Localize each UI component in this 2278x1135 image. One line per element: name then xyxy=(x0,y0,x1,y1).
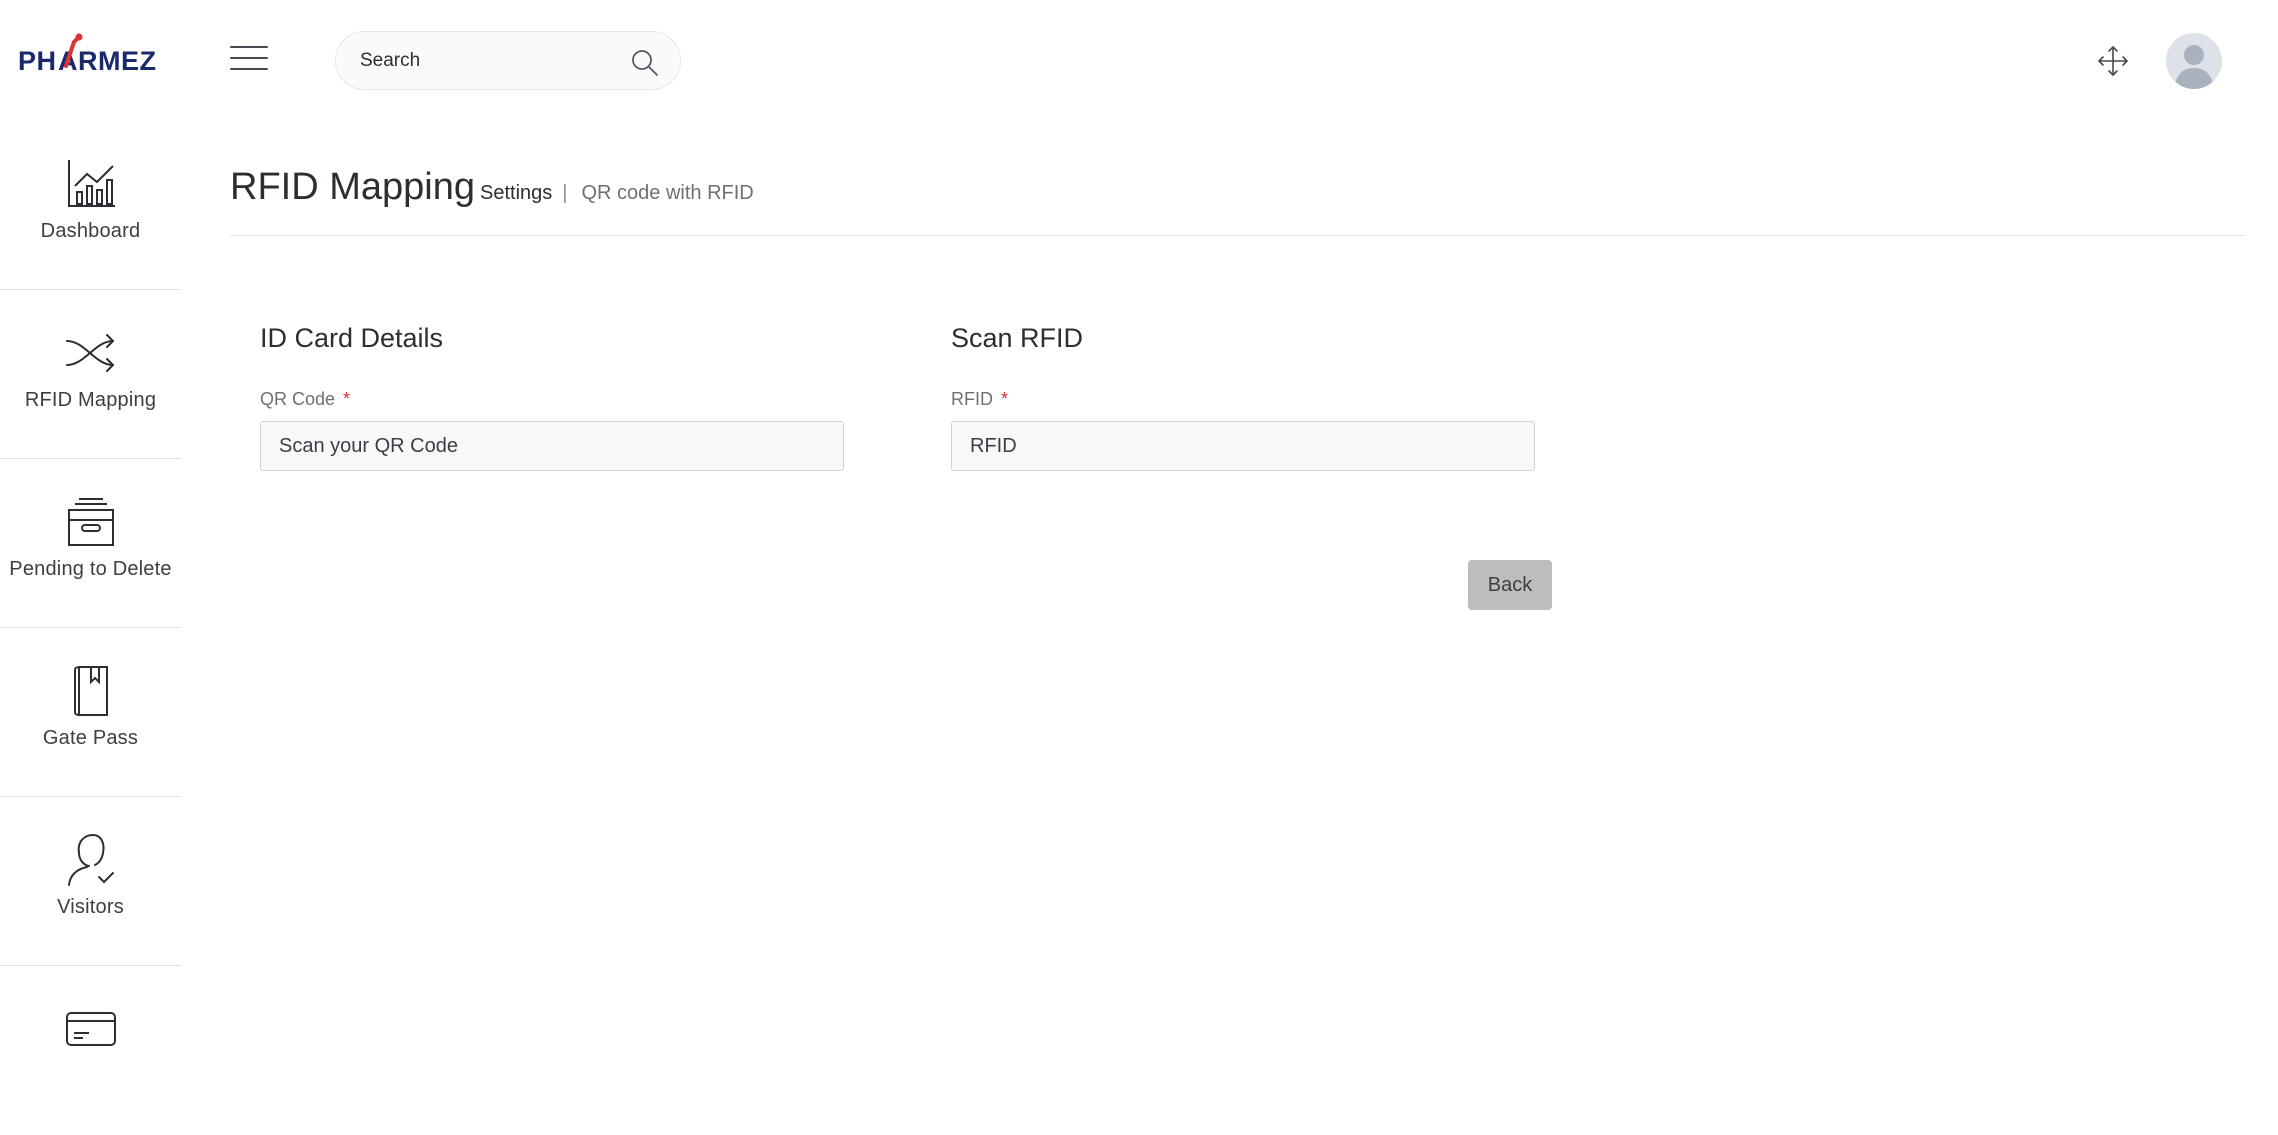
page-title: RFID Mapping xyxy=(230,166,475,208)
search-input[interactable] xyxy=(360,46,610,76)
qr-code-label: QR Code * xyxy=(260,389,350,410)
sidebar-item-label: Dashboard xyxy=(40,220,141,242)
sidebar-item-pending-to-delete[interactable]: Pending to Delete xyxy=(0,460,181,628)
book-icon xyxy=(61,661,121,721)
sidebar-item-rfid-mapping[interactable]: RFID Mapping xyxy=(0,291,181,459)
sidebar-item-label: Visitors xyxy=(57,896,124,918)
archive-icon xyxy=(61,492,121,552)
breadcrumb-separator: | xyxy=(562,182,568,204)
pharmez-logo[interactable]: PH A RMEZ xyxy=(18,32,163,82)
sidebar-item-visitors[interactable]: Visitors xyxy=(0,798,181,966)
sidebar-item-gate-pass[interactable]: Gate Pass xyxy=(0,629,181,797)
sidebar-item-dashboard[interactable]: Dashboard xyxy=(0,122,181,290)
search-icon[interactable] xyxy=(630,48,660,78)
sidebar-item-label: Gate Pass xyxy=(42,727,139,749)
breadcrumb: Settings | QR code with RFID xyxy=(480,182,754,205)
user-avatar-icon[interactable] xyxy=(2166,33,2222,89)
rfid-input[interactable] xyxy=(951,421,1535,471)
search-box xyxy=(335,31,681,90)
rfid-label: RFID * xyxy=(951,389,1008,410)
svg-text:PH: PH xyxy=(18,46,57,76)
required-mark: * xyxy=(1001,389,1009,409)
sidebar: PH A RMEZ Dashboard RFID Mapping Pending… xyxy=(0,0,181,1050)
qr-code-input[interactable] xyxy=(260,421,844,471)
credit-card-icon xyxy=(61,999,121,1059)
id-card-details-heading: ID Card Details xyxy=(260,323,444,353)
user-check-icon xyxy=(61,830,121,890)
move-icon[interactable] xyxy=(2096,44,2130,78)
breadcrumb-current: QR code with RFID xyxy=(581,182,754,204)
sidebar-item-cards[interactable] xyxy=(0,967,181,1135)
chart-icon xyxy=(61,154,121,214)
sidebar-item-label: RFID Mapping xyxy=(24,389,157,411)
page-header: RFID Mapping Settings | QR code with RFI… xyxy=(230,160,2245,236)
hamburger-icon[interactable] xyxy=(230,44,268,72)
svg-text:RMEZ: RMEZ xyxy=(78,46,157,76)
qr-code-label-text: QR Code xyxy=(260,389,336,409)
back-button[interactable]: Back xyxy=(1468,560,1552,610)
scan-rfid-heading: Scan RFID xyxy=(951,323,1084,353)
rfid-label-text: RFID xyxy=(951,389,993,409)
required-mark: * xyxy=(343,389,351,409)
sidebar-item-label: Pending to Delete xyxy=(9,558,172,580)
shuffle-icon xyxy=(61,323,121,383)
breadcrumb-settings-link[interactable]: Settings xyxy=(480,182,552,205)
